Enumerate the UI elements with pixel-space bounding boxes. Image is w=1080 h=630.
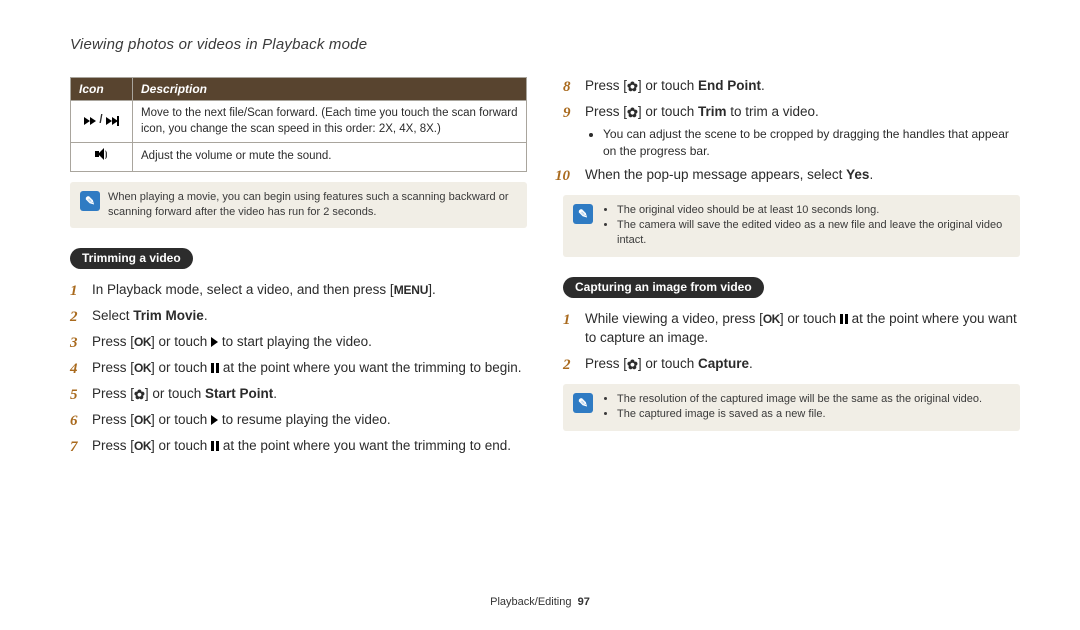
speaker-icon: ⦘ xyxy=(71,143,133,172)
step: When the pop-up message appears, select … xyxy=(563,166,1020,185)
steps-trimming: In Playback mode, select a video, and th… xyxy=(70,281,527,456)
page-footer: Playback/Editing 97 xyxy=(0,596,1080,608)
play-icon xyxy=(211,415,218,425)
menu-button-icon: MENU xyxy=(394,283,429,297)
step: Press [✿] or touch Start Point. xyxy=(70,385,527,404)
note-icon: ✎ xyxy=(573,204,593,224)
table-row: / Move to the next file/Scan forward. (E… xyxy=(71,101,527,143)
step: Press [✿] or touch Capture. xyxy=(563,355,1020,374)
section-trimming-video: Trimming a video xyxy=(70,248,193,269)
ok-button-icon: OK xyxy=(134,439,151,453)
icon-description-table: Icon Description / Move to the xyxy=(70,77,527,172)
ok-button-icon: OK xyxy=(134,361,151,375)
play-icon xyxy=(211,337,218,347)
note-trim-constraints: ✎ The original video should be at least … xyxy=(563,195,1020,257)
step: In Playback mode, select a video, and th… xyxy=(70,281,527,300)
step: Press [OK] or touch at the point where y… xyxy=(70,359,527,378)
macro-flower-icon: ✿ xyxy=(627,104,638,122)
step: Press [OK] or touch to resume playing th… xyxy=(70,411,527,430)
ok-button-icon: OK xyxy=(134,335,151,349)
ok-button-icon: OK xyxy=(134,413,151,427)
note-bullet: The captured image is saved as a new fil… xyxy=(617,407,982,422)
step: While viewing a video, press [OK] or tou… xyxy=(563,310,1020,348)
note-bullet: The resolution of the captured image wil… xyxy=(617,392,982,407)
step: Press [OK] or touch at the point where y… xyxy=(70,437,527,456)
pause-icon xyxy=(211,441,219,451)
substep: You can adjust the scene to be cropped b… xyxy=(603,126,1020,158)
step: Select Trim Movie. xyxy=(70,307,527,326)
note-bullet: The original video should be at least 10… xyxy=(617,203,1010,218)
note-icon: ✎ xyxy=(573,393,593,413)
step: Press [✿] or touch Trim to trim a video.… xyxy=(563,103,1020,159)
step: Press [OK] or touch to start playing the… xyxy=(70,333,527,352)
desc-cell: Adjust the volume or mute the sound. xyxy=(133,143,527,172)
step: Press [✿] or touch End Point. xyxy=(563,77,1020,96)
macro-flower-icon: ✿ xyxy=(627,78,638,96)
page-title: Viewing photos or videos in Playback mod… xyxy=(70,36,1020,53)
macro-flower-icon: ✿ xyxy=(627,356,638,374)
steps-capturing: While viewing a video, press [OK] or tou… xyxy=(563,310,1020,374)
table-row: ⦘ Adjust the volume or mute the sound. xyxy=(71,143,527,172)
macro-flower-icon: ✿ xyxy=(134,386,145,404)
fast-forward-skip-icon: / xyxy=(71,101,133,143)
pause-icon xyxy=(840,314,848,324)
desc-header: Description xyxy=(133,78,527,101)
note-scan-delay: ✎ When playing a movie, you can begin us… xyxy=(70,182,527,229)
note-bullet: The camera will save the edited video as… xyxy=(617,218,1010,249)
note-icon: ✎ xyxy=(80,191,100,211)
icon-header: Icon xyxy=(71,78,133,101)
pause-icon xyxy=(211,363,219,373)
note-capture-resolution: ✎ The resolution of the captured image w… xyxy=(563,384,1020,431)
ok-button-icon: OK xyxy=(763,312,780,326)
desc-cell: Move to the next file/Scan forward. (Eac… xyxy=(133,101,527,143)
steps-trimming-cont: Press [✿] or touch End Point. Press [✿] … xyxy=(563,77,1020,185)
note-text: When playing a movie, you can begin usin… xyxy=(108,190,517,221)
section-capturing-image: Capturing an image from video xyxy=(563,277,764,298)
